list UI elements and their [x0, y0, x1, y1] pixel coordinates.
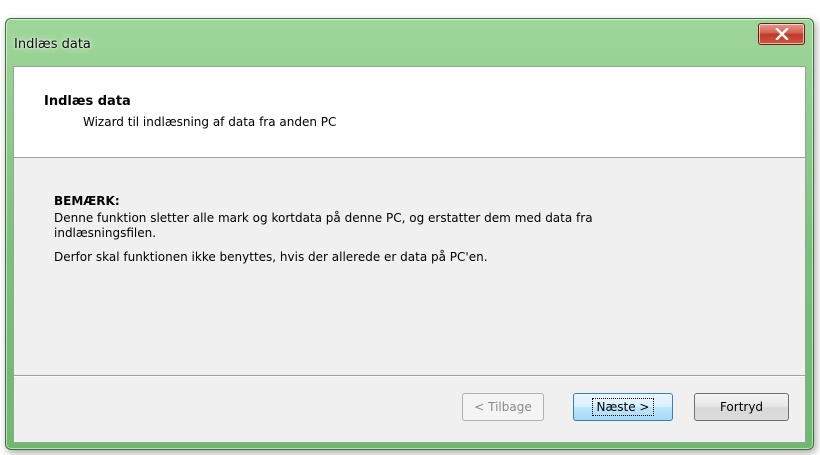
- notice-text-warning: Denne funktion sletter alle mark og kort…: [54, 211, 593, 240]
- cancel-button-label: Fortryd: [719, 400, 764, 414]
- notice-text-advice: Derfor skal funktionen ikke benyttes, hv…: [54, 250, 488, 264]
- title-bar[interactable]: Indlæs data: [6, 19, 813, 59]
- window-title: Indlæs data: [14, 37, 91, 52]
- back-button-label: < Tilbage: [474, 400, 532, 414]
- wizard-client-area: Indlæs data Wizard til indlæsning af dat…: [13, 66, 806, 443]
- close-button[interactable]: [758, 23, 805, 45]
- wizard-window: Indlæs data Indlæs data Wizard til indlæ…: [5, 18, 814, 450]
- next-button[interactable]: Næste >: [573, 393, 673, 421]
- close-icon: [774, 28, 789, 40]
- wizard-header: Indlæs data Wizard til indlæsning af dat…: [14, 67, 805, 158]
- back-button[interactable]: < Tilbage: [462, 393, 544, 421]
- wizard-header-subtitle: Wizard til indlæsning af data fra anden …: [83, 115, 337, 129]
- notice-block: BEMÆRK: Denne funktion sletter alle mark…: [54, 194, 754, 265]
- desktop: Indlæs data Indlæs data Wizard til indlæ…: [0, 0, 820, 455]
- cancel-button[interactable]: Fortryd: [694, 393, 789, 421]
- notice-title: BEMÆRK:: [54, 194, 120, 208]
- next-button-label: Næste >: [591, 398, 655, 416]
- footer-divider: [14, 375, 805, 377]
- wizard-header-title: Indlæs data: [44, 94, 131, 109]
